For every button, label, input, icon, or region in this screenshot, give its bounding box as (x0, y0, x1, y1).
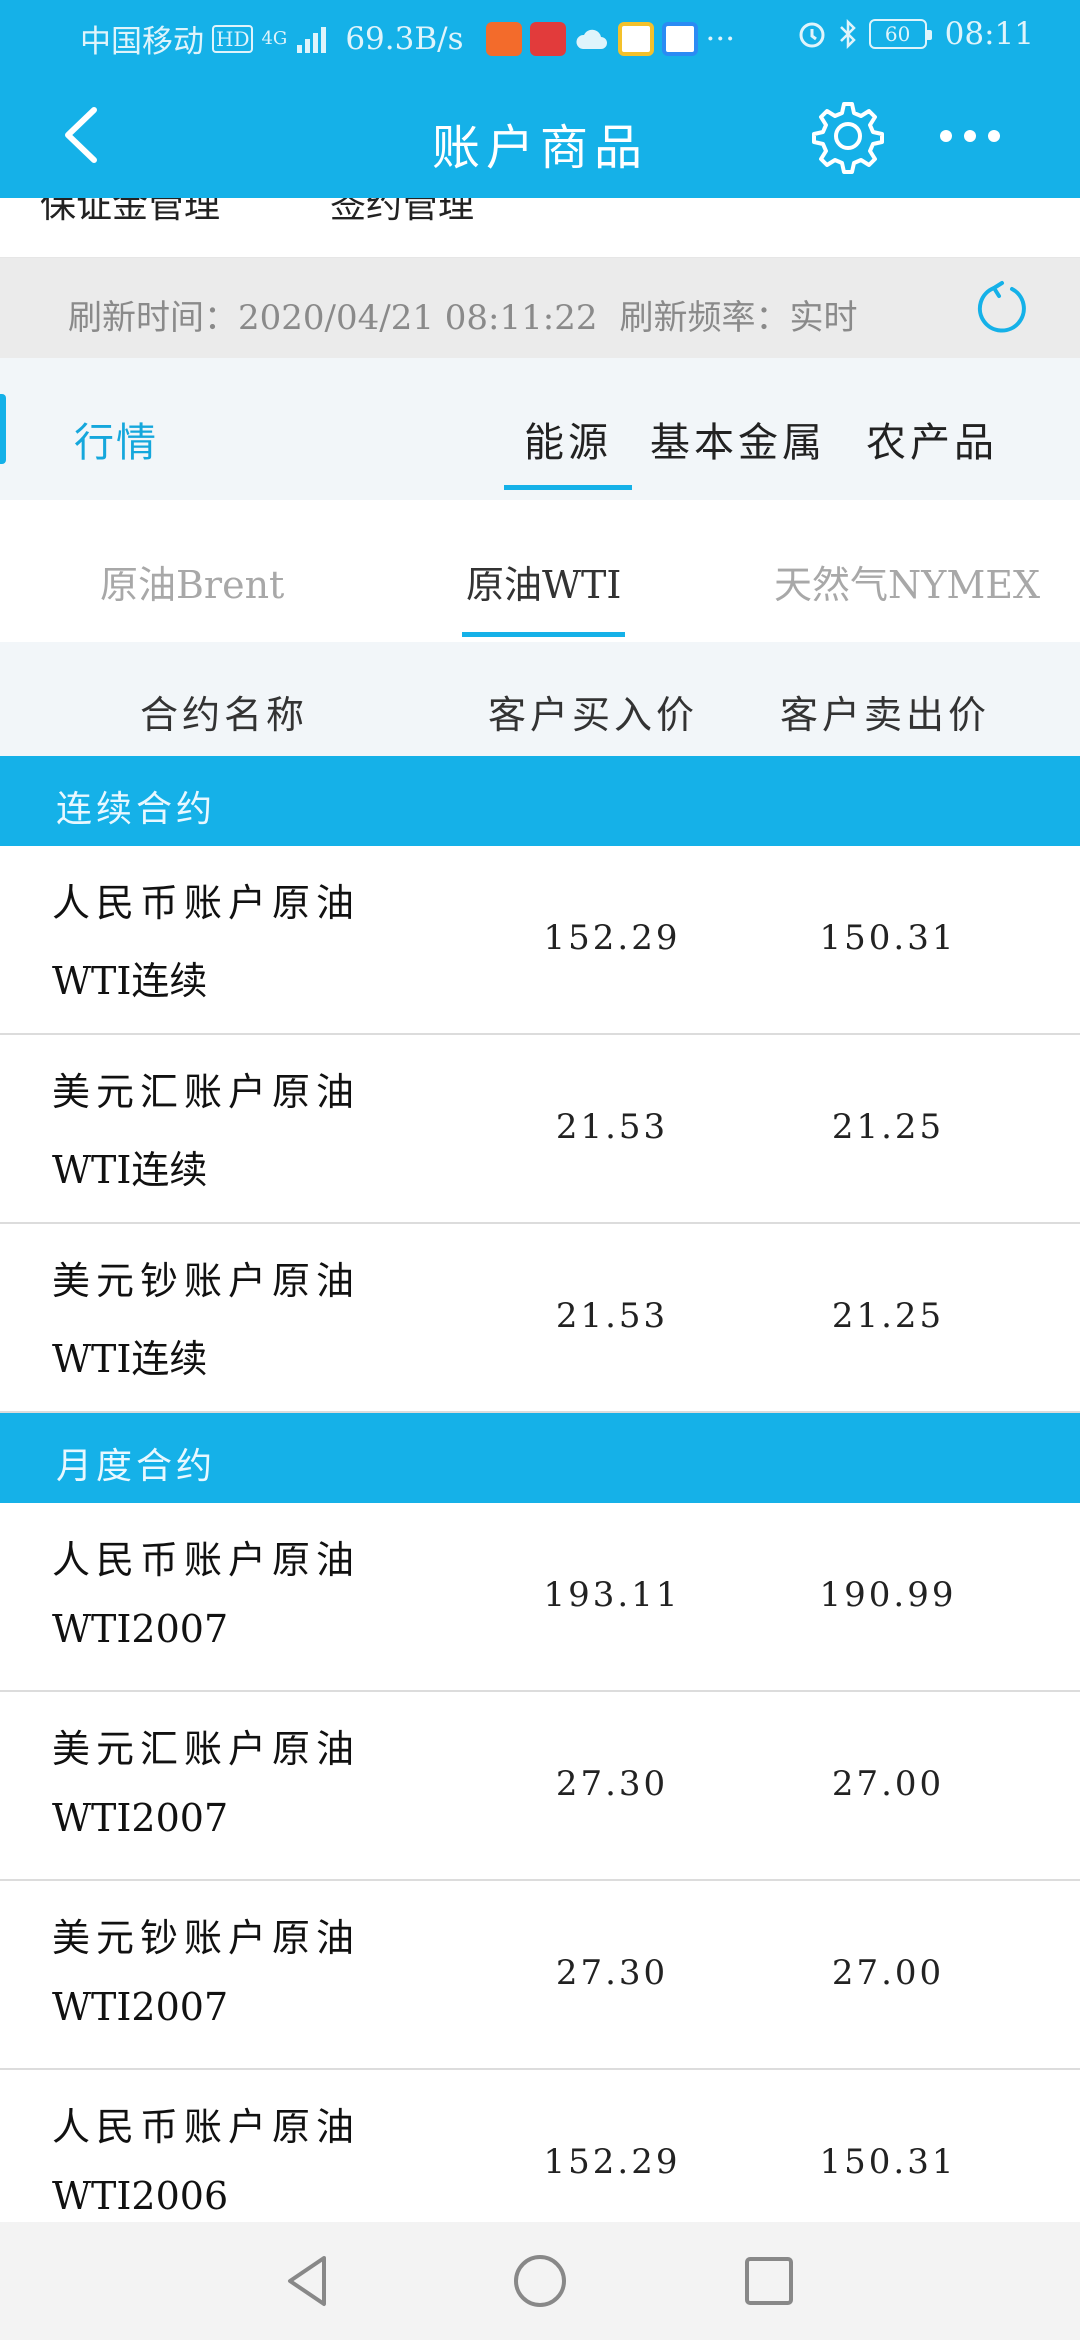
contract-name-line2: WTI2007 (52, 1607, 229, 1651)
tab-wti[interactable]: 原油WTI (461, 554, 626, 637)
contract-name-line1: 美元钞账户原油 (52, 1259, 361, 1303)
tab-base-metals[interactable]: 基本金属 (650, 410, 826, 468)
hd-indicator: HD (212, 24, 254, 53)
carrier-label: 中国移动 (80, 24, 204, 60)
market-label[interactable]: 行情 (74, 410, 158, 468)
table-row[interactable]: 美元钞账户原油 WTI连续 21.53 21.25 (0, 1224, 1080, 1413)
contract-name-line2: WTI2007 (52, 1796, 229, 1840)
column-contract-name: 合约名称 (140, 693, 309, 737)
buy-price: 152.29 (543, 918, 681, 958)
alarm-icon (797, 19, 827, 49)
tab-margin-management[interactable]: 保证金管理 (40, 198, 220, 228)
battery-level: 60 (884, 22, 911, 46)
column-buy-price: 客户买入价 (488, 693, 699, 737)
clock: 08:11 (944, 16, 1034, 52)
contract-name-line2: WTI2007 (52, 1985, 229, 2029)
nav-home-button[interactable] (503, 2244, 577, 2318)
network-speed: 69.3B/s (345, 20, 464, 57)
table-header: 合约名称 客户买入价 客户卖出价 (0, 642, 1080, 756)
table-row[interactable]: 人民币账户原油 WTI连续 152.29 150.31 (0, 846, 1080, 1035)
contract-name-line1: 美元汇账户原油 (52, 1070, 361, 1114)
network-indicator: 4G (261, 28, 288, 49)
table-row[interactable]: 美元汇账户原油 WTI连续 21.53 21.25 (0, 1035, 1080, 1224)
section-title: 月度合约 (56, 1446, 217, 1487)
triangle-back-icon (288, 2256, 326, 2306)
buy-price: 27.30 (555, 1764, 669, 1804)
contract-name-line1: 人民币账户原油 (52, 2105, 361, 2149)
nav-recents-button[interactable] (732, 2244, 806, 2318)
sell-price: 27.00 (831, 1953, 945, 1993)
product-sub-tabs: 原油Brent 原油WTI 天然气NYMEX (0, 508, 1080, 642)
contract-name-line2: WTI连续 (52, 959, 208, 1003)
sell-price: 21.25 (831, 1107, 945, 1147)
refresh-button[interactable] (972, 280, 1032, 340)
sell-price: 21.25 (831, 1296, 945, 1336)
page-title: 账户商品 (431, 120, 648, 176)
app-notification-icon (485, 21, 522, 56)
table-row[interactable]: 美元汇账户原油 WTI2007 27.30 27.00 (0, 1692, 1080, 1881)
table-row[interactable]: 美元钞账户原油 WTI2007 27.30 27.00 (0, 1881, 1080, 2070)
contract-name-line1: 人民币账户原油 (52, 1538, 361, 1582)
buy-price: 27.30 (555, 1953, 669, 1993)
tab-natural-gas[interactable]: 天然气NYMEX (774, 554, 1040, 609)
buy-price: 21.53 (555, 1107, 669, 1147)
settings-button[interactable] (808, 96, 888, 176)
sell-price: 150.31 (819, 918, 957, 958)
status-bar: 中国移动 HD 4G 69.3B/s ··· 60 08:11 (0, 0, 1080, 70)
contract-name-line1: 美元汇账户原油 (52, 1727, 361, 1771)
nav-back-button[interactable] (272, 2244, 346, 2318)
category-row: 行情 能源 基本金属 农产品 (0, 358, 1080, 500)
battery-icon: 60 (868, 19, 932, 49)
contract-name-line1: 人民币账户原油 (52, 881, 361, 925)
side-indicator (0, 394, 6, 464)
refresh-icon (977, 281, 1026, 333)
buy-price: 193.11 (543, 1575, 681, 1615)
contract-name-line1: 美元钞账户原油 (52, 1916, 361, 1960)
sell-price: 190.99 (819, 1575, 957, 1615)
square-recents-icon (745, 2257, 793, 2305)
stock-app-icon (529, 21, 566, 56)
buy-price: 21.53 (555, 1296, 669, 1336)
section-monthly-contracts: 月度合约 (0, 1413, 1080, 1503)
buy-price: 152.29 (543, 2142, 681, 2182)
top-tab-row: 保证金管理 签约管理 (0, 198, 1080, 258)
sell-price: 27.00 (831, 1764, 945, 1804)
sell-price: 150.31 (819, 2142, 957, 2182)
circle-home-icon (514, 2255, 566, 2307)
refresh-frequency-value: 实时 (789, 298, 858, 338)
column-sell-price: 客户卖出价 (780, 693, 991, 737)
more-notifications-label: ··· (705, 20, 736, 57)
refresh-frequency-label: 刷新频率： (619, 298, 790, 338)
browser-app-icon (661, 21, 698, 56)
contract-name-line2: WTI连续 (52, 1337, 208, 1381)
contract-name-line2: WTI连续 (52, 1148, 208, 1192)
bluetooth-icon (837, 19, 859, 49)
table-row[interactable]: 人民币账户原油 WTI2007 193.11 190.99 (0, 1503, 1080, 1692)
gear-icon (812, 102, 884, 174)
system-navigation-bar (0, 2222, 1080, 2340)
tab-energy[interactable]: 能源 (504, 410, 632, 490)
signal-icon (295, 25, 329, 53)
cloud-icon (574, 25, 610, 53)
contract-name-line2: WTI2006 (52, 2174, 229, 2218)
app-header: 账户商品 (0, 70, 1080, 198)
more-dots-icon (940, 130, 1000, 142)
section-continuous-contracts: 连续合约 (0, 756, 1080, 846)
refresh-time-label: 刷新时间： (68, 298, 238, 338)
refresh-info-bar: 刷新时间：2020/04/21 08:11:22 刷新频率：实时 (0, 258, 1080, 358)
more-options-button[interactable] (930, 106, 1010, 166)
section-title: 连续合约 (56, 789, 217, 830)
tab-contract-management[interactable]: 签约管理 (330, 198, 474, 228)
tab-agriculture[interactable]: 农产品 (866, 410, 998, 468)
refresh-time-value: 2020/04/21 08:11:22 (238, 298, 598, 338)
colorful-app-icon (617, 21, 654, 56)
tab-brent[interactable]: 原油Brent (100, 554, 284, 609)
